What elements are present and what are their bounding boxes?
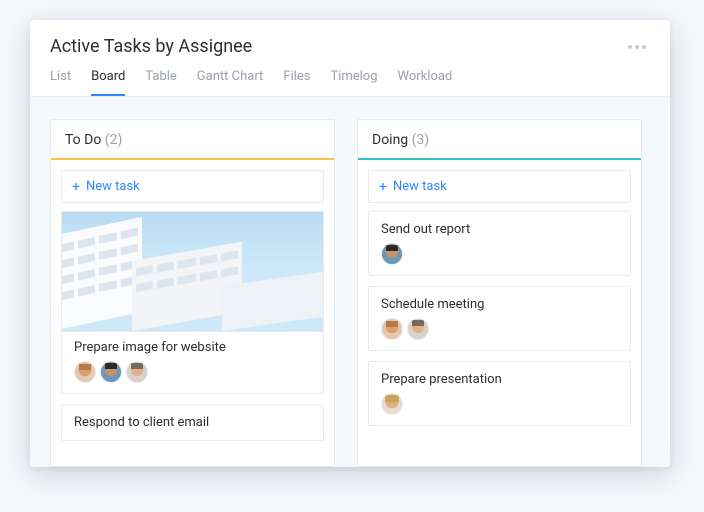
column-count: (2) [105, 132, 123, 148]
tab-board[interactable]: Board [91, 69, 125, 96]
assignee-avatars [74, 361, 311, 383]
tab-gantt[interactable]: Gantt Chart [197, 69, 264, 96]
page-title: Active Tasks by Assignee [50, 36, 252, 57]
card-title: Respond to client email [74, 415, 311, 430]
column-title: Doing [372, 132, 408, 148]
new-task-label: New task [393, 179, 447, 194]
column-title: To Do [65, 132, 101, 148]
avatar [381, 243, 403, 265]
assignee-avatars [381, 393, 618, 415]
card-title: Send out report [381, 222, 618, 237]
column-todo: To Do (2) + New task [50, 119, 335, 467]
card-title: Schedule meeting [381, 297, 618, 312]
avatar [126, 361, 148, 383]
task-board-window: Active Tasks by Assignee List Board Tabl… [30, 20, 670, 467]
avatar [100, 361, 122, 383]
task-card[interactable]: Prepare image for website [61, 211, 324, 394]
tab-table[interactable]: Table [145, 69, 176, 96]
column-count: (3) [412, 132, 430, 148]
tab-workload[interactable]: Workload [398, 69, 453, 96]
board-area: To Do (2) + New task [30, 97, 670, 467]
new-task-button[interactable]: + New task [61, 170, 324, 203]
more-options-icon[interactable] [624, 41, 650, 53]
header: Active Tasks by Assignee [30, 20, 670, 57]
new-task-label: New task [86, 179, 140, 194]
avatar [407, 318, 429, 340]
avatar [381, 393, 403, 415]
column-header-todo: To Do (2) [51, 120, 334, 160]
tab-list[interactable]: List [50, 69, 71, 96]
task-card[interactable]: Prepare presentation [368, 361, 631, 426]
avatar [381, 318, 403, 340]
column-doing: Doing (3) + New task Send out report Sch… [357, 119, 642, 467]
avatar [74, 361, 96, 383]
assignee-avatars [381, 243, 618, 265]
view-tabs: List Board Table Gantt Chart Files Timel… [30, 57, 670, 97]
column-header-doing: Doing (3) [358, 120, 641, 160]
task-card[interactable]: Send out report [368, 211, 631, 276]
task-card[interactable]: Schedule meeting [368, 286, 631, 351]
card-title: Prepare image for website [74, 340, 311, 355]
card-image [62, 212, 323, 332]
tab-timelog[interactable]: Timelog [330, 69, 377, 96]
plus-icon: + [379, 180, 387, 194]
card-title: Prepare presentation [381, 372, 618, 387]
tab-files[interactable]: Files [283, 69, 310, 96]
assignee-avatars [381, 318, 618, 340]
plus-icon: + [72, 180, 80, 194]
new-task-button[interactable]: + New task [368, 170, 631, 203]
task-card[interactable]: Respond to client email [61, 404, 324, 441]
